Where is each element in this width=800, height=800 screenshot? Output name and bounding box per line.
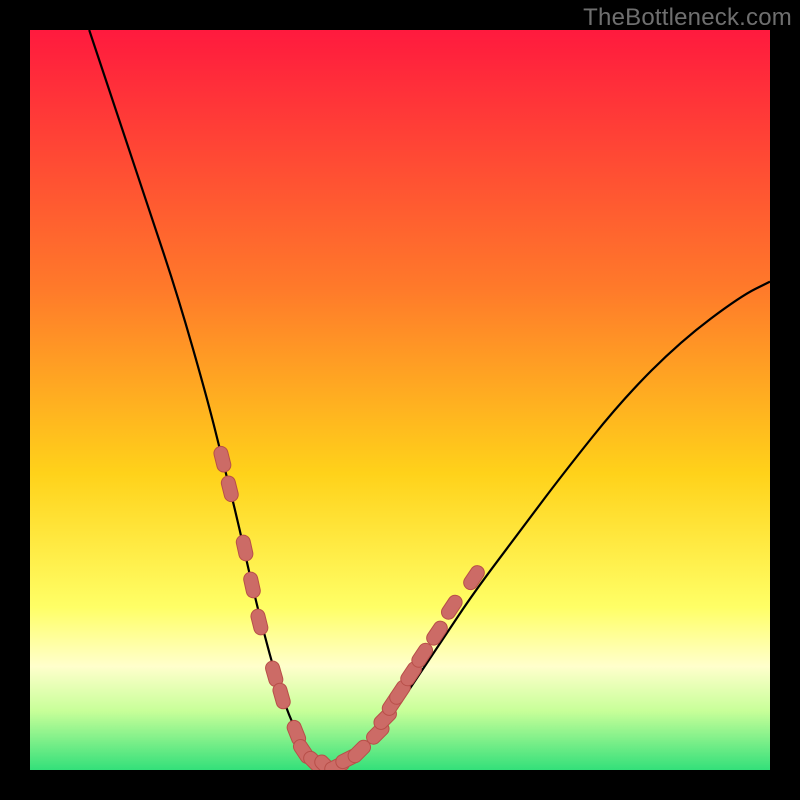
gradient-background: [30, 30, 770, 770]
bottleneck-chart: [30, 30, 770, 770]
chart-frame: [30, 30, 770, 770]
watermark-text: TheBottleneck.com: [583, 4, 792, 32]
